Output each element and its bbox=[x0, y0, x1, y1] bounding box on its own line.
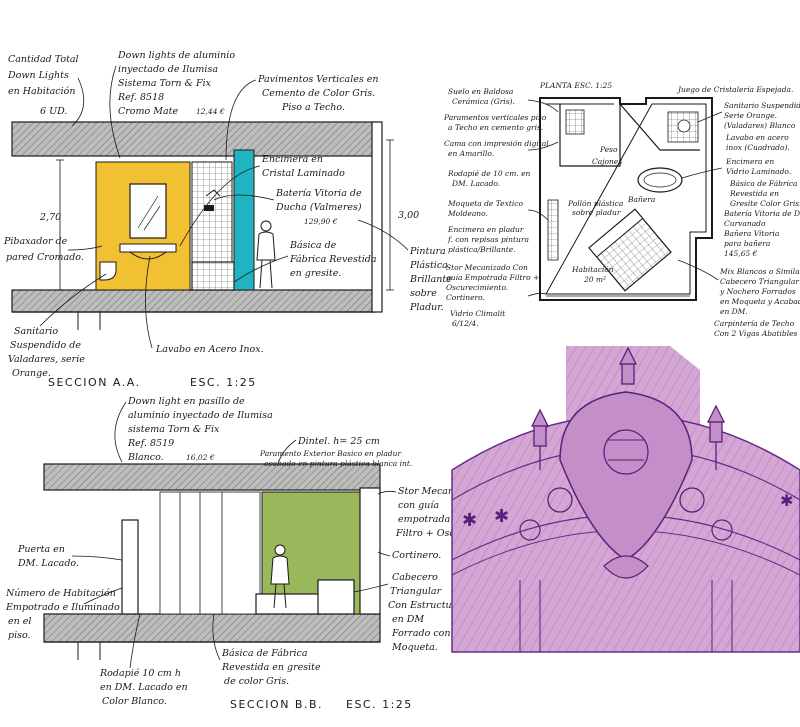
note-sanitario-aa: Sanitario Suspendido de Valadares, serie… bbox=[8, 326, 88, 379]
floor-plan: PLANTA ESC. 1:25 Peso Cajones Bañera Hab… bbox=[443, 81, 800, 338]
floor-slab-bb bbox=[43, 613, 381, 643]
note-downlights-total: Cantidad Total Down Lights en Habitación… bbox=[7, 54, 82, 117]
right-wall-aa bbox=[371, 121, 383, 313]
note-lavabo-aa: Lavabo en Acero Inox. bbox=[155, 344, 264, 355]
note-puerta: Puerta en DM. Lacado. bbox=[17, 544, 79, 569]
ceiling-slab-aa bbox=[11, 121, 375, 157]
plan-left-notes: Suelo en Baldosa Cerámica (Gris). Parame… bbox=[443, 87, 551, 328]
bed-bb bbox=[255, 593, 321, 615]
suspended-toilet bbox=[99, 261, 117, 281]
price-downlight-aa: 12,44 € bbox=[196, 107, 225, 116]
plan-label-pollon-2: sobre pladur bbox=[572, 208, 621, 217]
note-rodapie: Rodapié 10 cm h en DM. Lacado en Color B… bbox=[99, 668, 191, 707]
plan-label-banera: Bañera bbox=[627, 195, 655, 204]
mirror bbox=[129, 183, 167, 239]
architectural-sketch-sheet: 2,70 3,00 Cantidad Total Down Lights en … bbox=[3, 50, 800, 711]
dimension-left-aa: 2,70 bbox=[39, 212, 61, 223]
floor-slab-aa bbox=[11, 289, 375, 313]
scale-section-aa: ESC. 1:25 bbox=[190, 376, 257, 389]
facade-ornament-sketch: ✱ ✱ ✱ bbox=[451, 346, 800, 653]
note-cortinero: Cortinero. bbox=[392, 550, 441, 561]
note-downlight-bb: Down light en pasillo de aluminio inyect… bbox=[127, 396, 276, 463]
plan-label-cajones: Cajones bbox=[592, 157, 622, 166]
note-paramento-bb: Paramento Exterior Basico en pladur acab… bbox=[259, 449, 412, 468]
title-planta: PLANTA ESC. 1:25 bbox=[539, 81, 612, 90]
note-bateria-aa: Batería Vitoria de Ducha (Valmeres) 129,… bbox=[275, 188, 365, 226]
star-icon-mid: ✱ bbox=[494, 506, 509, 527]
section-bb: Down light en pasillo de aluminio inyect… bbox=[5, 396, 489, 711]
note-encimera-aa: Encimera en Cristal Laminado bbox=[261, 154, 345, 179]
bathtub-aa bbox=[191, 261, 235, 291]
note-pibaxador: Pibaxador de pared Cromado. bbox=[3, 236, 84, 263]
title-section-aa: SECCION A.A. bbox=[48, 376, 141, 389]
scale-section-bb: ESC. 1:25 bbox=[346, 698, 413, 711]
dimension-right-aa: 3,00 bbox=[398, 210, 419, 221]
note-dintel: Dintel. h= 25 cm bbox=[297, 436, 380, 447]
plan-label-peso: Peso bbox=[599, 145, 618, 154]
star-icon-left: ✱ bbox=[462, 510, 477, 531]
plan-label-area: 20 m² bbox=[583, 275, 606, 284]
person-figure-aa bbox=[256, 220, 276, 289]
plan-bathtub bbox=[637, 167, 683, 193]
note-pavimentos: Pavimentos Verticales en Cemento de Colo… bbox=[257, 74, 382, 113]
section-aa: 2,70 3,00 Cantidad Total Down Lights en … bbox=[3, 50, 452, 389]
title-section-bb: SECCION B.B. bbox=[230, 698, 323, 711]
star-icon-right: ✱ bbox=[780, 491, 793, 510]
note-basica-aa: Básica de Fábrica Revestida en gresite. bbox=[289, 240, 380, 279]
door-bb bbox=[121, 519, 139, 615]
plan-label-habitacion: Habitación bbox=[571, 265, 614, 274]
cyan-glass-panel bbox=[233, 149, 255, 291]
sink-counter bbox=[119, 243, 177, 253]
note-basica-bb: Básica de Fábrica Revestida en gresite d… bbox=[221, 648, 324, 687]
plan-label-pollon-1: Pollón plástica bbox=[567, 199, 623, 208]
